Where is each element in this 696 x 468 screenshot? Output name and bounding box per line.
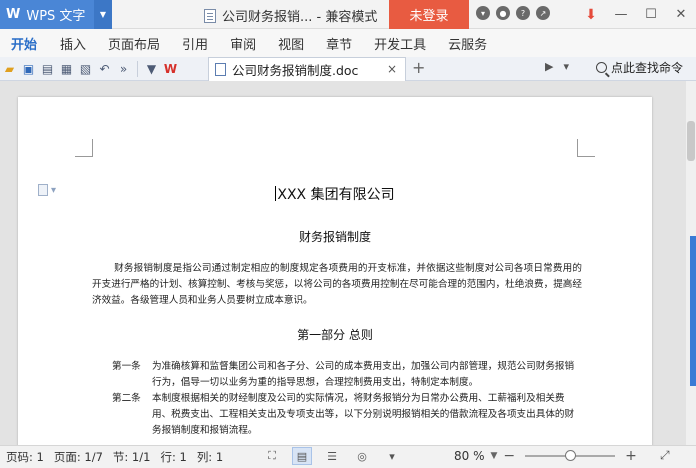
article-text: 为准确核算和监督集团公司和各子分、公司的成本费用支出，加强公司内部管理，规范公司… bbox=[152, 361, 575, 388]
command-search-label: 点此查找命令 bbox=[611, 61, 684, 75]
view-mode-buttons: ⛶ ▤ ☰ ◎ ▾ bbox=[262, 447, 402, 465]
article-text: 本制度根据相关的财经制度及公司的实际情况，将财务报销分为日常办公费用、工薪福利及… bbox=[152, 393, 575, 436]
article: 第二条 本制度根据相关的财经制度及公司的实际情况，将财务报销分为日常办公费用、工… bbox=[112, 391, 582, 439]
new-tab-button[interactable]: + bbox=[412, 58, 425, 77]
article-label: 第二条 bbox=[112, 393, 141, 404]
section-title: 第一部分 总则 bbox=[297, 328, 373, 342]
margin-marker-top-left bbox=[75, 139, 93, 157]
tab-insert[interactable]: 插入 bbox=[48, 29, 97, 57]
login-button[interactable]: 未登录 bbox=[389, 0, 469, 29]
side-panel-toggle[interactable] bbox=[690, 236, 696, 386]
zoom-slider-knob[interactable] bbox=[565, 450, 577, 461]
web-view-icon[interactable]: ◎ bbox=[352, 447, 372, 465]
document-tab[interactable]: 公司财务报销制度.doc × bbox=[208, 57, 406, 81]
present-icon[interactable]: ▶ bbox=[545, 60, 553, 73]
tab-review[interactable]: 审阅 bbox=[219, 29, 267, 57]
zoom-dropdown-icon[interactable]: ▼ bbox=[491, 451, 498, 461]
wps-app-menu-button[interactable]: W WPS 文字 ▼ bbox=[0, 0, 112, 29]
tab-cloud-service[interactable]: 云服务 bbox=[437, 29, 498, 57]
search-icon bbox=[596, 62, 607, 73]
margin-marker-top-right bbox=[577, 139, 595, 157]
zoom-level: 80 % bbox=[454, 449, 485, 463]
fit-page-icon[interactable]: ⛶ bbox=[262, 447, 282, 465]
outline-view-icon[interactable]: ☰ bbox=[322, 447, 342, 465]
intro-paragraph: 财务报销制度是指公司通过制定相应的制度规定各项费用的开支标准，并依据这些制度对公… bbox=[92, 261, 582, 309]
download-icon[interactable]: ⬇ bbox=[576, 0, 606, 29]
window-controls: ⬇ — ☐ ✕ bbox=[576, 0, 696, 29]
fullscreen-icon[interactable]: ⤢ bbox=[660, 448, 690, 463]
intro-text: 财务报销制度是指公司通过制定相应的制度规定各项费用的开支标准，并依据这些制度对公… bbox=[92, 263, 582, 306]
print-icon[interactable]: ▦ bbox=[57, 59, 76, 79]
close-button[interactable]: ✕ bbox=[666, 0, 696, 29]
article: 第一条 为准确核算和监督集团公司和各子分、公司的成本费用支出，加强公司内部管理，… bbox=[112, 359, 582, 391]
collapse-ribbon-icon[interactable]: ▾ bbox=[563, 60, 569, 73]
tab-sections[interactable]: 章节 bbox=[315, 29, 363, 57]
ribbon-tabs: 开始 插入 页面布局 引用 审阅 视图 章节 开发工具 云服务 bbox=[0, 29, 696, 57]
document-workspace: ▾ XXX 集团有限公司 财务报销制度 财务报销制度是指公司通过制定相应的制度规… bbox=[0, 81, 686, 445]
close-tab-icon[interactable]: × bbox=[387, 62, 397, 76]
maximize-button[interactable]: ☐ bbox=[636, 0, 666, 29]
zoom-out-button[interactable]: − bbox=[503, 448, 515, 464]
title-bar: W WPS 文字 ▼ 公司财务报销... - 兼容模式 未登录 ▾ ● ? ↗ … bbox=[0, 0, 696, 29]
window-title-text: 公司财务报销... - 兼容模式 bbox=[222, 10, 378, 25]
document-heading: XXX 集团有限公司 bbox=[18, 184, 652, 204]
heading-text: XXX 集团有限公司 bbox=[277, 187, 395, 203]
protect-view-icon[interactable]: ▾ bbox=[382, 447, 402, 465]
chevron-down-icon[interactable]: ▼ bbox=[94, 0, 112, 29]
zoom-control: 80 % ▼ − + bbox=[454, 448, 637, 464]
status-col: 列: 1 bbox=[196, 450, 224, 464]
document-page[interactable]: ▾ XXX 集团有限公司 财务报销制度 财务报销制度是指公司通过制定相应的制度规… bbox=[18, 97, 652, 445]
window-title: 公司财务报销... - 兼容模式 bbox=[204, 6, 377, 25]
redo-icon[interactable]: » bbox=[114, 59, 133, 79]
save-icon[interactable]: ▣ bbox=[19, 59, 38, 79]
zoom-in-button[interactable]: + bbox=[625, 448, 637, 464]
tab-developer[interactable]: 开发工具 bbox=[363, 29, 437, 57]
tab-page-layout[interactable]: 页面布局 bbox=[97, 29, 171, 57]
command-search[interactable]: 点此查找命令 bbox=[596, 59, 683, 76]
status-page: 页面: 1/7 bbox=[53, 450, 103, 464]
toolbar-divider bbox=[137, 60, 138, 77]
minimize-button[interactable]: — bbox=[606, 0, 636, 29]
status-page-code: 页码: 1 bbox=[6, 450, 44, 464]
tab-references[interactable]: 引用 bbox=[171, 29, 219, 57]
tab-home[interactable]: 开始 bbox=[0, 29, 48, 57]
scrollbar-thumb[interactable] bbox=[687, 121, 695, 161]
wps-docs-icon[interactable]: W bbox=[161, 59, 180, 79]
wps-logo-icon: W bbox=[6, 7, 21, 22]
zoom-slider[interactable] bbox=[525, 450, 616, 461]
document-subtitle: 财务报销制度 bbox=[298, 230, 371, 244]
skin-icon[interactable]: ▾ bbox=[476, 6, 490, 20]
undo-icon[interactable]: ↶ bbox=[95, 59, 114, 79]
settings-icon[interactable]: ● bbox=[496, 6, 510, 20]
help-icon[interactable]: ? bbox=[516, 6, 530, 20]
tab-view[interactable]: 视图 bbox=[267, 29, 315, 57]
vertical-scrollbar[interactable] bbox=[686, 81, 696, 445]
customize-dropdown-icon[interactable]: ▼ bbox=[142, 59, 161, 79]
share-icon[interactable]: ↗ bbox=[536, 6, 550, 20]
article-label: 第一条 bbox=[112, 361, 141, 372]
open-folder-icon[interactable]: ▰ bbox=[0, 59, 19, 79]
export-pdf-icon[interactable]: ▤ bbox=[38, 59, 57, 79]
titlebar-icons: ▾ ● ? ↗ bbox=[476, 6, 550, 20]
document-icon bbox=[215, 63, 226, 76]
status-section: 节: 1/1 bbox=[112, 450, 151, 464]
app-name: WPS 文字 bbox=[26, 9, 86, 24]
page-view-icon[interactable]: ▤ bbox=[292, 447, 312, 465]
print-preview-icon[interactable]: ▧ bbox=[76, 59, 95, 79]
right-tools: ▶ ▾ bbox=[545, 60, 569, 73]
status-row: 行: 1 bbox=[160, 450, 187, 464]
document-tab-label: 公司财务报销制度.doc bbox=[232, 63, 359, 78]
document-icon bbox=[204, 8, 216, 23]
